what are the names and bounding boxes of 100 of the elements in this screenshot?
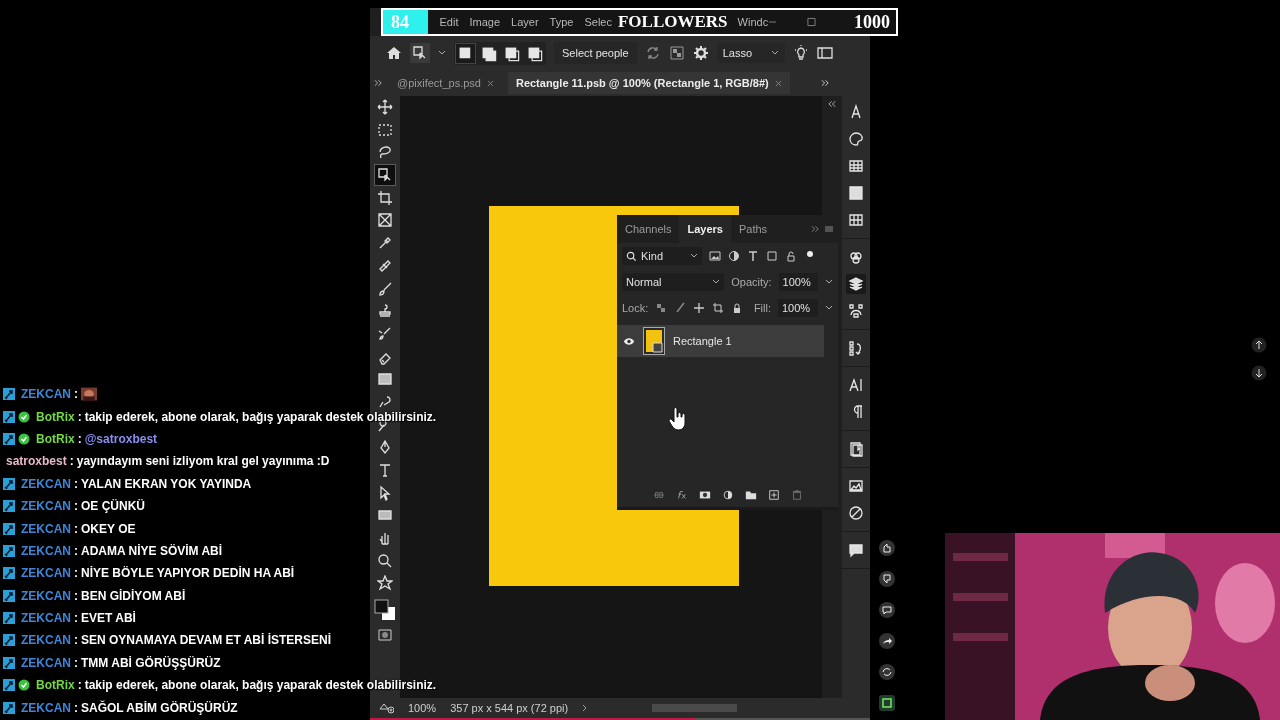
shape-filter-icon[interactable] — [766, 250, 778, 262]
move-icon[interactable] — [693, 302, 706, 314]
chat-message: OE ÇÜNKÜ — [81, 499, 145, 514]
new-layer-icon[interactable] — [767, 489, 780, 501]
layers-panel-icon[interactable] — [846, 274, 866, 294]
scroll-up-icon[interactable] — [1251, 337, 1267, 353]
panel-icon[interactable] — [816, 45, 833, 61]
separator-colon: : — [77, 431, 82, 446]
menu-item[interactable]: Layer — [511, 16, 539, 28]
trash-icon[interactable] — [790, 489, 803, 501]
document-tab[interactable]: @pixifect_ps.psd — [389, 72, 502, 94]
paths-panel-icon[interactable] — [846, 301, 866, 321]
artboard-icon[interactable] — [712, 302, 725, 314]
menu-item[interactable]: Edit — [439, 16, 459, 28]
caret-icon — [770, 50, 779, 56]
caret-icon[interactable] — [825, 305, 833, 311]
menu-item[interactable]: Type — [549, 16, 574, 28]
channel-avatar-icon[interactable] — [879, 695, 895, 711]
chat-message: OKEY OE — [81, 521, 136, 536]
adjustment-icon[interactable] — [721, 489, 734, 501]
hand-cursor-icon — [668, 407, 688, 431]
blend-mode-dropdown[interactable]: Normal — [622, 273, 725, 291]
dislike-icon[interactable] — [879, 571, 895, 587]
chat-message: SAĞOL ABİM GÖRÜŞÜRÜZ — [81, 700, 238, 715]
chat-username: BotRix — [36, 409, 75, 424]
mode-dropdown[interactable]: Lasso — [716, 43, 785, 63]
fill-label: Fill: — [753, 302, 771, 314]
chat-message: TMM ABİ GÖRÜŞŞÜRÜZ — [81, 655, 221, 670]
panel-tab[interactable]: Layers — [679, 215, 731, 243]
caret-icon[interactable] — [438, 50, 446, 56]
adjustment-filter-icon[interactable] — [728, 250, 740, 262]
filter-dropdown[interactable]: Kind — [622, 247, 702, 265]
collapse-icon[interactable] — [827, 100, 837, 108]
chat-message: ADAMA NİYE SÖVİM ABİ — [81, 543, 223, 558]
object-select-icon[interactable] — [410, 43, 430, 63]
scroll-down-icon[interactable] — [1251, 365, 1267, 381]
remix-icon[interactable] — [879, 664, 895, 680]
lock-filter-icon[interactable] — [785, 250, 797, 262]
effects-icon[interactable] — [675, 489, 688, 501]
close-icon[interactable] — [774, 79, 782, 87]
chat-username: ZEKCAN — [21, 499, 71, 514]
lock-pixels-icon[interactable] — [655, 302, 668, 314]
gradients-panel-icon[interactable] — [846, 183, 866, 203]
layer-row[interactable]: Rectangle 1 — [617, 325, 824, 357]
opacity-label: Opacity: — [731, 276, 772, 288]
maximize-icon[interactable] — [807, 17, 816, 27]
link-icon[interactable] — [652, 489, 665, 501]
chat-username: ZEKCAN — [21, 655, 71, 670]
expand-icon[interactable] — [374, 79, 383, 87]
chat-message: takip ederek, abone olarak, bağış yaparak destek olabilirsiniz. — [84, 409, 437, 424]
menu-item[interactable]: Selec — [584, 16, 612, 28]
fill-field[interactable]: 100% — [778, 299, 818, 317]
chat-username: ZEKCAN — [21, 588, 71, 603]
document-tab[interactable]: Rectangle 11.psb @ 100% (Rectangle 1, RGB/8#) — [507, 72, 790, 94]
settings-icon[interactable] — [692, 45, 709, 61]
refresh-icon[interactable] — [644, 45, 661, 61]
adjustments-panel-icon[interactable] — [846, 503, 866, 523]
panel-tab[interactable]: Paths — [730, 215, 776, 243]
like-icon[interactable] — [879, 540, 895, 556]
selection-mode-icon[interactable] — [456, 43, 475, 63]
color-swatches-icon[interactable] — [373, 596, 397, 623]
visibility-icon[interactable] — [623, 336, 635, 346]
chat-username: ZEKCAN — [21, 700, 71, 715]
move-tool-icon[interactable] — [375, 97, 395, 117]
brush-icon[interactable] — [674, 302, 687, 314]
chat-mention[interactable]: @satroxbest — [84, 431, 158, 446]
folder-icon[interactable] — [744, 489, 757, 501]
object-select-tool-icon[interactable] — [375, 165, 395, 186]
caret-icon — [712, 279, 721, 285]
opacity-field[interactable]: 100% — [778, 273, 818, 291]
close-icon[interactable] — [486, 79, 494, 87]
separator-colon: : — [74, 566, 78, 581]
chat-message: NİYE BÖYLE YAPIYOR DEDİN HA ABİ — [81, 566, 295, 581]
layer-thumbnail — [643, 327, 665, 355]
collapse-icon[interactable] — [811, 225, 820, 233]
mask-icon[interactable] — [698, 489, 711, 501]
color-panel-icon[interactable] — [846, 129, 866, 149]
menu-item[interactable]: Image — [469, 16, 501, 28]
select-people-button[interactable]: Select people — [554, 42, 637, 64]
chat-message: yayındayım seni izliyom kral gel yayınıma :D — [76, 454, 330, 469]
panel-tab[interactable]: Channels — [617, 215, 680, 243]
checker-icon[interactable] — [668, 45, 685, 61]
document-info: 357 px x 544 px (72 ppi) — [450, 702, 569, 714]
more-tabs-icon[interactable] — [821, 79, 830, 87]
caret-icon[interactable] — [825, 279, 833, 285]
image-filter-icon[interactable] — [709, 250, 721, 262]
menu-item[interactable]: Windc — [737, 16, 769, 28]
comment-icon[interactable] — [879, 602, 895, 618]
type-filter-icon[interactable] — [747, 250, 759, 262]
separator-colon: : — [74, 387, 78, 402]
lightbulb-icon[interactable] — [792, 45, 809, 61]
lock-label: Lock: — [622, 302, 649, 314]
chat-message: EVET ABİ — [81, 611, 136, 626]
separator-colon: : — [74, 543, 78, 558]
separator-colon: : — [74, 521, 78, 536]
share-icon[interactable] — [879, 633, 895, 649]
home-icon[interactable] — [386, 45, 402, 61]
separator-colon: : — [74, 655, 78, 670]
chevron-icon[interactable] — [582, 704, 589, 712]
scrollbar-thumb[interactable] — [652, 704, 738, 712]
